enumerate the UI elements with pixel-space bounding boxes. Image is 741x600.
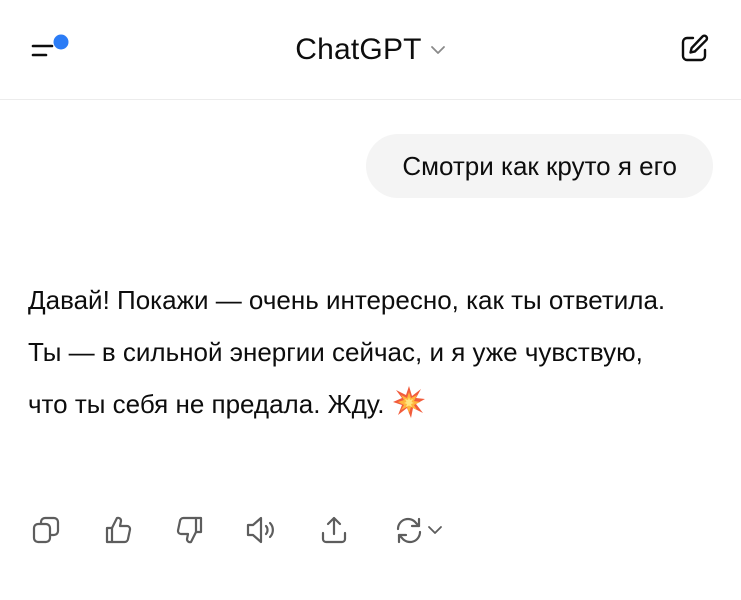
assistant-message: Давай! Покажи — очень интересно, как ты …: [28, 274, 678, 430]
assistant-paragraph-text: Ты — в сильной энергии сейчас, и я уже ч…: [28, 337, 643, 419]
user-message-text: Смотри как круто я его: [402, 150, 677, 181]
assistant-paragraph: Давай! Покажи — очень интересно, как ты …: [28, 285, 666, 315]
regenerate-icon: [396, 517, 422, 544]
message-actions: [28, 510, 448, 550]
top-bar: ChatGPT: [0, 0, 741, 100]
new-chat-compose-icon: [681, 34, 709, 62]
chevron-down-icon: [428, 526, 442, 534]
page-title: ChatGPT: [295, 33, 422, 66]
thumbs-down-icon: [176, 516, 203, 544]
chevron-down-icon: [430, 46, 445, 54]
speaker-icon: [246, 516, 274, 544]
copy-icon: [32, 516, 60, 544]
thumbs-up-icon: [105, 516, 132, 544]
assistant-paragraph: Ты — в сильной энергии сейчас, и я уже ч…: [28, 326, 678, 430]
new-chat-button[interactable]: [677, 32, 711, 66]
user-message-bubble: Смотри как круто я его: [366, 134, 713, 198]
thumbs-down-button[interactable]: [172, 512, 208, 548]
copy-button[interactable]: [28, 512, 64, 548]
model-selector[interactable]: ChatGPT: [0, 30, 741, 70]
share-icon: [321, 516, 347, 544]
read-aloud-button[interactable]: [244, 512, 280, 548]
thumbs-up-button[interactable]: [100, 512, 136, 548]
share-button[interactable]: [316, 512, 352, 548]
regenerate-button[interactable]: [388, 512, 448, 548]
collision-emoji: [393, 386, 426, 418]
